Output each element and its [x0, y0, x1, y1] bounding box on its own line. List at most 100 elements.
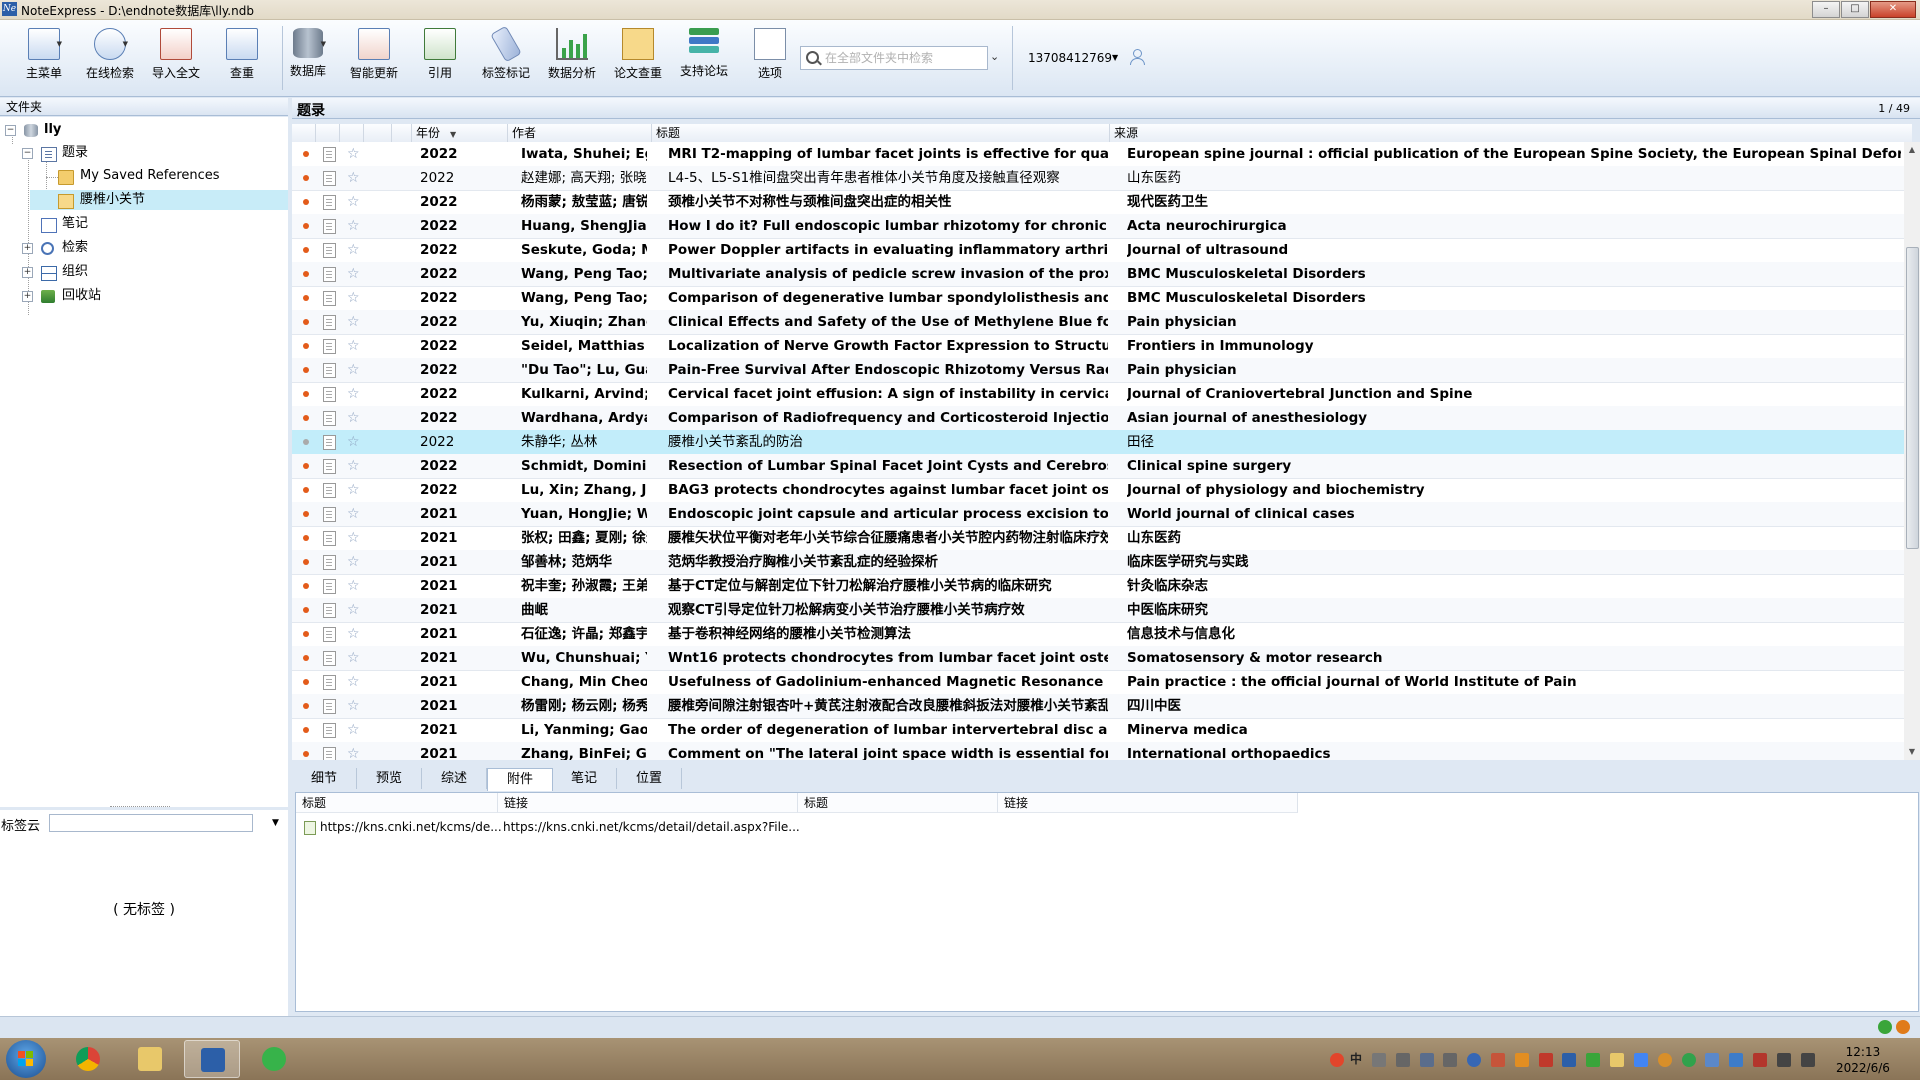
dedup-button[interactable]: 查重: [212, 28, 272, 81]
tree-item-notes[interactable]: 笔记: [22, 214, 282, 234]
document-icon[interactable]: [323, 267, 336, 282]
document-icon[interactable]: [323, 243, 336, 258]
search-input[interactable]: [823, 49, 985, 67]
table-row[interactable]: ☆ 2022 Wang, Peng Tao; Zh Comparison of deg…: [292, 286, 1904, 311]
tree-root-lly[interactable]: − lly: [4, 120, 284, 140]
document-icon[interactable]: [323, 171, 336, 186]
expand-icon[interactable]: +: [22, 267, 33, 278]
tray-app-icon[interactable]: [1657, 1052, 1672, 1067]
star-icon[interactable]: ☆: [347, 456, 360, 476]
star-icon[interactable]: ☆: [347, 144, 360, 164]
star-icon[interactable]: ☆: [347, 216, 360, 236]
user-icon[interactable]: [1419, 1052, 1434, 1067]
tray-app-icon[interactable]: [1586, 1052, 1601, 1067]
attachment-row[interactable]: https://kns.cnki.net/kcms/de... https://…: [296, 817, 996, 837]
keyboard-icon[interactable]: [1395, 1052, 1410, 1067]
expand-icon[interactable]: +: [22, 291, 33, 302]
notification-icon[interactable]: [1896, 1020, 1910, 1034]
table-row[interactable]: ☆ 2022 Lu, Xin; Zhang, Jinlo BAG3 protects …: [292, 478, 1904, 503]
star-icon[interactable]: ☆: [347, 264, 360, 284]
thesis-check-button[interactable]: 论文查重: [608, 28, 668, 81]
star-icon[interactable]: ☆: [347, 408, 360, 428]
star-icon[interactable]: ☆: [347, 720, 360, 740]
tab-4[interactable]: 笔记: [552, 768, 617, 789]
star-icon[interactable]: ☆: [347, 360, 360, 380]
tray-app-icon[interactable]: [1490, 1052, 1505, 1067]
network-icon[interactable]: [1776, 1052, 1791, 1067]
att-col-link[interactable]: 链接: [498, 793, 798, 813]
document-icon[interactable]: [323, 531, 336, 546]
tree-item-refs[interactable]: − 题录: [22, 143, 282, 163]
wechat-icon[interactable]: [1681, 1052, 1696, 1067]
tree-item-my-saved-references[interactable]: My Saved References: [58, 166, 282, 186]
star-icon[interactable]: ☆: [347, 576, 360, 596]
tray-app-icon[interactable]: [1538, 1052, 1553, 1067]
help-icon[interactable]: [1467, 1052, 1482, 1067]
col-star[interactable]: [340, 124, 364, 142]
document-icon[interactable]: [323, 699, 336, 714]
moon-icon[interactable]: [1371, 1052, 1386, 1067]
document-icon[interactable]: [323, 195, 336, 210]
col-doc[interactable]: [316, 124, 340, 142]
table-row[interactable]: ☆ 2021 曲岷 观察CT引导定位针刀松解病变小关节治疗腰椎小关节病疗效 中医临床研究: [292, 598, 1904, 623]
table-row[interactable]: ☆ 2021 Li, Yanming; Gao, Lo The order of de…: [292, 718, 1904, 743]
volume-icon[interactable]: [1800, 1052, 1815, 1067]
table-row[interactable]: ☆ 2021 Chang, Min Cheol; B Usefulness of Ga…: [292, 670, 1904, 695]
import-fulltext-button[interactable]: 导入全文: [146, 28, 206, 81]
document-icon[interactable]: [323, 603, 336, 618]
data-analysis-button[interactable]: 数据分析: [542, 28, 602, 81]
document-icon[interactable]: [323, 219, 336, 234]
table-row[interactable]: ☆ 2022 Kulkarni, Arvind; Sa... Cervical fac…: [292, 382, 1904, 407]
options-button[interactable]: 选项: [740, 28, 800, 81]
document-icon[interactable]: [323, 435, 336, 450]
online-search-button[interactable]: ▼ 在线检索: [80, 28, 140, 81]
taskbar-app[interactable]: [246, 1040, 302, 1078]
clock[interactable]: 12:13 2022/6/6: [1836, 1044, 1890, 1076]
taskbar-noteexpress[interactable]: [184, 1040, 240, 1078]
smart-update-button[interactable]: 智能更新: [344, 28, 404, 81]
col-title[interactable]: 标题: [652, 124, 1110, 142]
table-row[interactable]: ☆ 2021 Yuan, HongJie; Wan Endoscopic joint …: [292, 502, 1904, 527]
document-icon[interactable]: [323, 291, 336, 306]
list-scrollbar[interactable]: ▲ ▼: [1904, 142, 1920, 760]
tree-item-search[interactable]: + 检索: [22, 238, 282, 258]
maximize-button[interactable]: □: [1841, 1, 1869, 18]
star-icon[interactable]: ☆: [347, 528, 360, 548]
table-row[interactable]: ☆ 2021 Zhang, BinFei; Guo, ... Comment on "…: [292, 742, 1904, 760]
star-icon[interactable]: ☆: [347, 744, 360, 760]
table-row[interactable]: ☆ 2022 赵建娜; 高天翔; 张晓明 L4-5、L5-S1椎间盘突出青年患者椎体小…: [292, 166, 1904, 191]
tree-item-recycle-bin[interactable]: + 回收站: [22, 286, 282, 306]
document-icon[interactable]: [323, 579, 336, 594]
database-button[interactable]: ▼ 数据库: [278, 28, 338, 79]
col-status[interactable]: [292, 124, 316, 142]
document-icon[interactable]: [323, 315, 336, 330]
star-icon[interactable]: ☆: [347, 552, 360, 572]
document-icon[interactable]: [323, 483, 336, 498]
att-col-link-2[interactable]: 链接: [998, 793, 1298, 813]
main-menu-button[interactable]: ▼ 主菜单: [14, 28, 74, 81]
star-icon[interactable]: ☆: [347, 504, 360, 524]
att-col-title-2[interactable]: 标题: [798, 793, 998, 813]
star-icon[interactable]: ☆: [347, 624, 360, 644]
minimize-button[interactable]: –: [1812, 1, 1840, 18]
account-dropdown-icon[interactable]: ▼: [1112, 53, 1118, 62]
star-icon[interactable]: ☆: [347, 480, 360, 500]
document-icon[interactable]: [323, 555, 336, 570]
scroll-up-icon[interactable]: ▲: [1904, 142, 1920, 158]
scroll-thumb[interactable]: [1906, 247, 1919, 549]
star-icon[interactable]: ☆: [347, 648, 360, 668]
collapse-icon[interactable]: −: [5, 125, 16, 136]
tab-3[interactable]: 附件: [487, 768, 553, 791]
star-icon[interactable]: ☆: [347, 696, 360, 716]
tray-app-icon[interactable]: [1633, 1052, 1648, 1067]
attachment-link[interactable]: https://kns.cnki.net/kcms/detail/detail.…: [503, 817, 800, 837]
tray-app-icon[interactable]: [1610, 1052, 1625, 1067]
table-row[interactable]: ☆ 2021 Wu, Chunshuai; Yu, ... Wnt16 protect…: [292, 646, 1904, 671]
document-icon[interactable]: [323, 507, 336, 522]
col-author[interactable]: 作者: [508, 124, 652, 142]
table-row[interactable]: ☆ 2022 Wang, Peng Tao; Zh Multivariate anal…: [292, 262, 1904, 287]
star-icon[interactable]: ☆: [347, 600, 360, 620]
expand-icon[interactable]: +: [22, 243, 33, 254]
table-row[interactable]: ☆ 2022 Seskute, Goda; Mon Power Doppler art…: [292, 238, 1904, 263]
search-options-chevron-icon[interactable]: ⌄: [990, 50, 999, 63]
